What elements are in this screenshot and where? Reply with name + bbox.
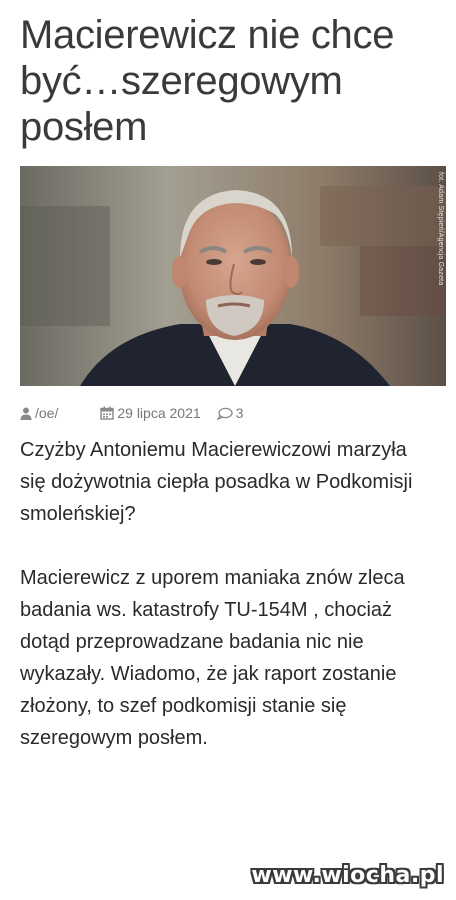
comment-count: 3 — [235, 405, 244, 421]
paragraph-2: Macierewicz z uporem maniaka znów zleca … — [20, 567, 405, 749]
comment-icon — [216, 407, 233, 420]
site-watermark: www.wiocha.pl — [251, 863, 444, 888]
portrait-photo — [20, 166, 446, 386]
photo-credit: fot. Adam Stępień/Agencja Gazeta — [437, 172, 444, 286]
paragraph-1: Czyżby Antoniemu Macierewiczowi marzyła … — [20, 439, 413, 525]
article-image[interactable]: fot. Adam Stępień/Agencja Gazeta — [20, 166, 446, 386]
user-icon — [20, 407, 32, 420]
calendar-icon — [100, 406, 115, 420]
date-text: 29 lipca 2021 — [117, 405, 201, 421]
article-body: Czyżby Antoniemu Macierewiczowi marzyła … — [20, 434, 436, 754]
publish-date: 29 lipca 2021 — [100, 405, 201, 421]
author-name: /oe/ — [35, 405, 59, 421]
article-title: Macierewicz nie chce być…szeregowym posł… — [20, 13, 395, 149]
article-meta: /oe/ 29 lipca 2021 3 — [20, 404, 436, 422]
article: Macierewicz nie chce być…szeregowym posł… — [0, 0, 456, 754]
comments-link[interactable]: 3 — [216, 405, 244, 421]
author[interactable]: /oe/ — [20, 405, 58, 421]
